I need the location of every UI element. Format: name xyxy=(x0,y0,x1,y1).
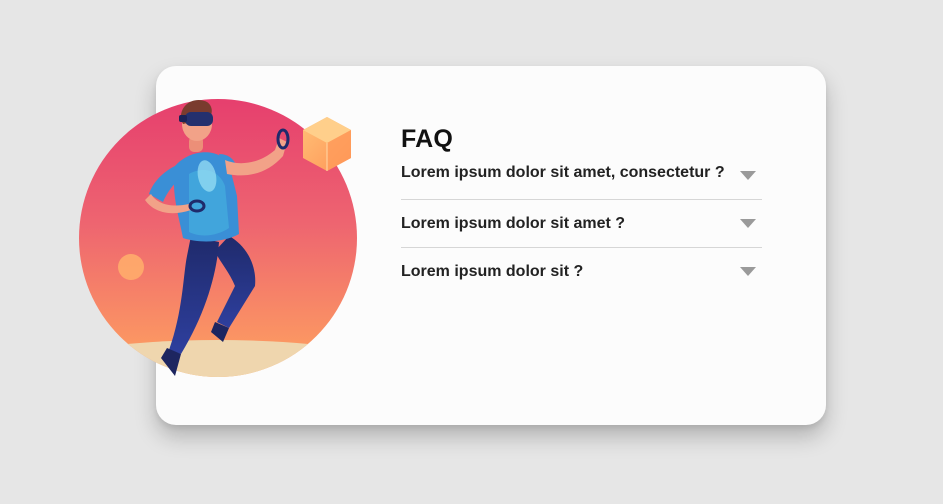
faq-question: Lorem ipsum dolor sit amet, consectetur … xyxy=(401,164,725,181)
page: FAQ Lorem ipsum dolor sit amet, consecte… xyxy=(0,0,943,504)
chevron-down-icon[interactable] xyxy=(740,219,756,228)
faq-item[interactable]: Lorem ipsum dolor sit amet, consectetur … xyxy=(401,162,762,200)
faq-item[interactable]: Lorem ipsum dolor sit ? xyxy=(401,248,762,295)
faq-title: FAQ xyxy=(401,125,453,153)
faq-item[interactable]: Lorem ipsum dolor sit amet ? xyxy=(401,200,762,248)
chevron-down-icon[interactable] xyxy=(740,171,756,180)
faq-question: Lorem ipsum dolor sit amet ? xyxy=(401,214,626,232)
decorative-dot xyxy=(118,254,144,280)
chevron-down-icon[interactable] xyxy=(740,267,756,276)
faq-section: FAQ Lorem ipsum dolor sit amet, consecte… xyxy=(401,124,762,295)
vr-person-illustration xyxy=(79,96,359,378)
faq-question: Lorem ipsum dolor sit ? xyxy=(401,262,584,280)
